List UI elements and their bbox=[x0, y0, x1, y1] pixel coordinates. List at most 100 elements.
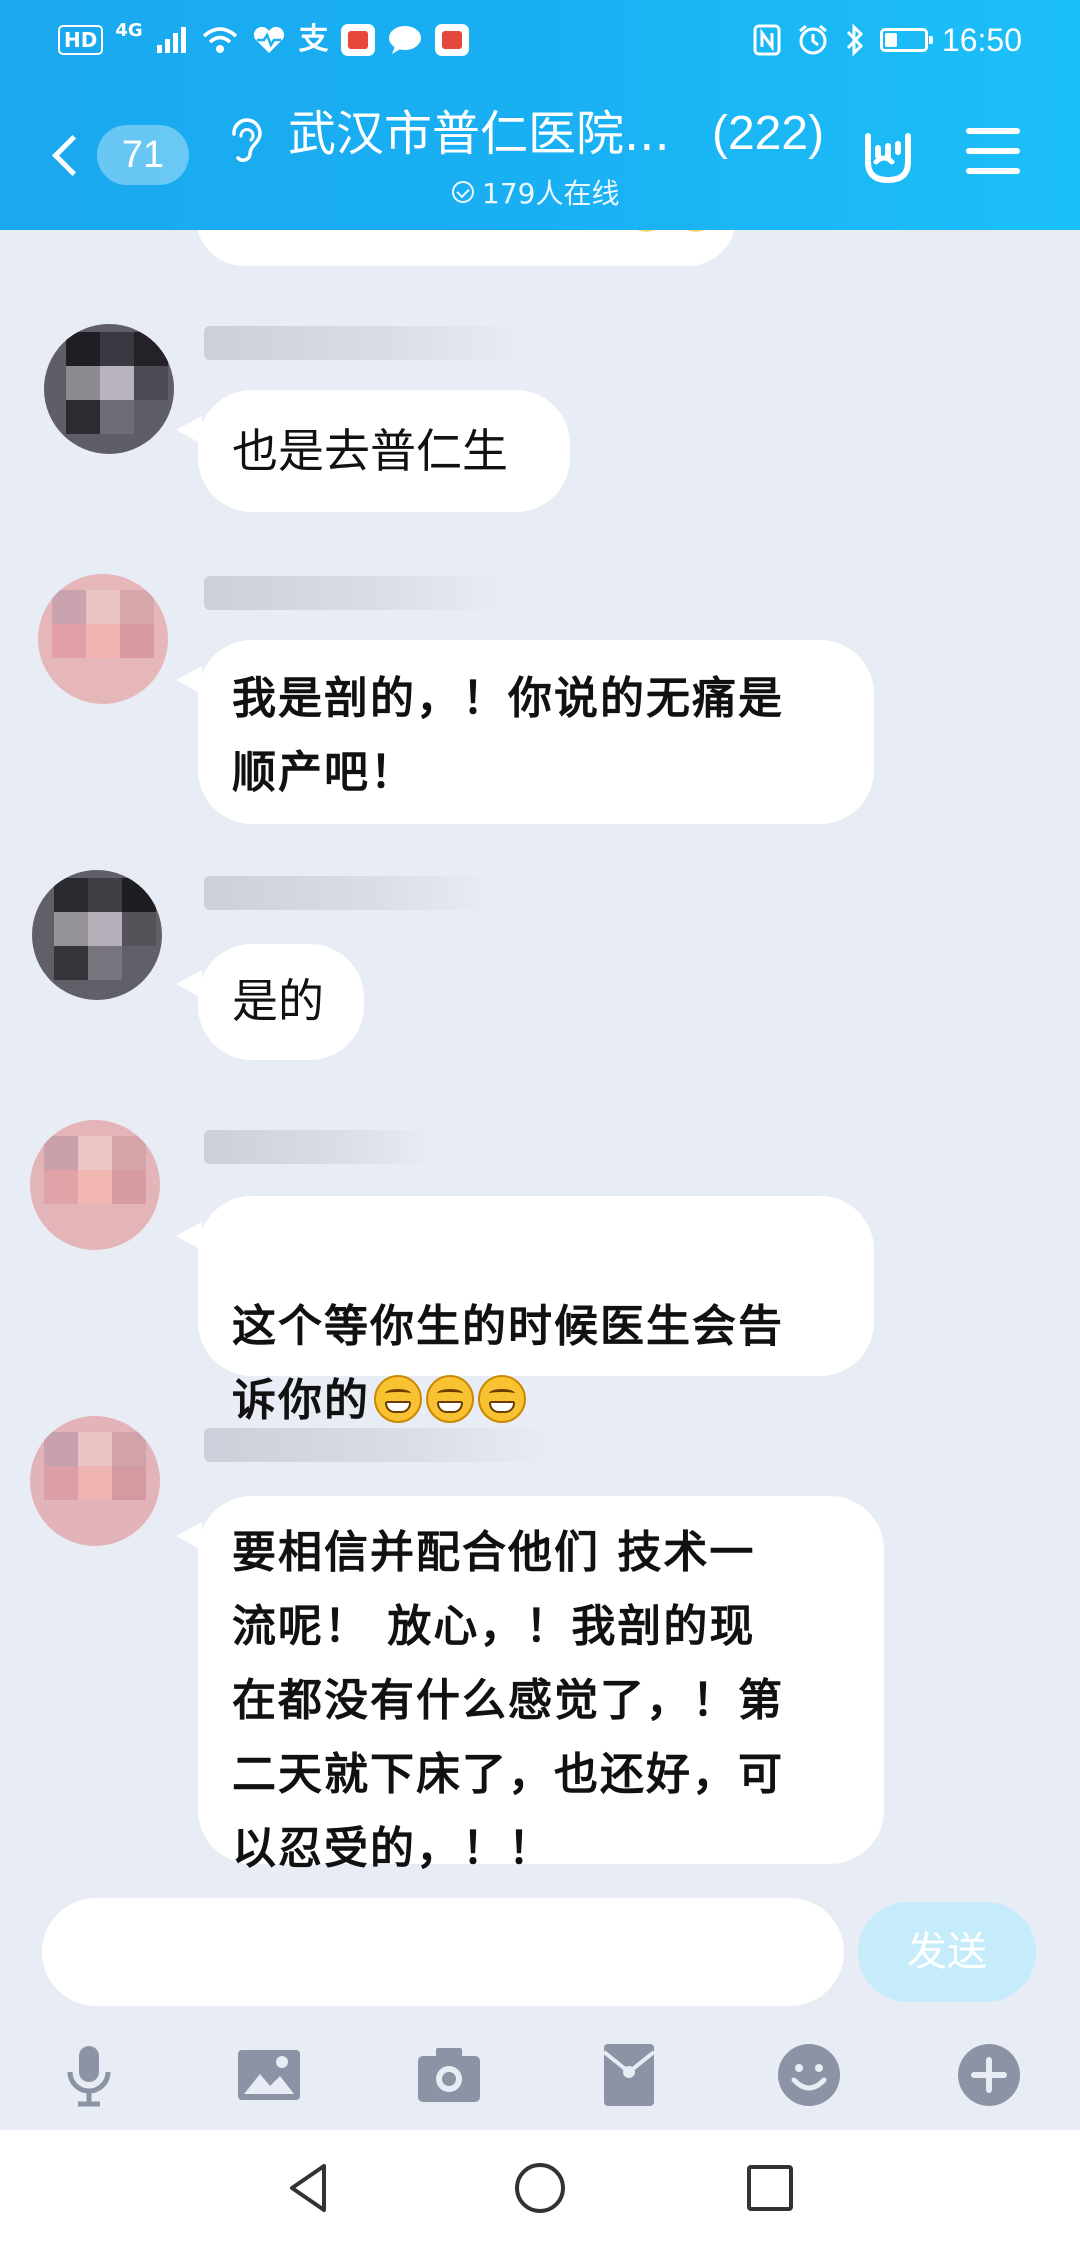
emoji-icon[interactable] bbox=[774, 2040, 844, 2110]
sender-name-blurred bbox=[204, 876, 494, 910]
battery-icon bbox=[879, 28, 933, 52]
rock-hand-icon[interactable] bbox=[856, 122, 920, 186]
avatar-pixel bbox=[122, 878, 156, 912]
status-left: HD 4G 支 bbox=[58, 18, 469, 62]
avatar[interactable] bbox=[32, 870, 162, 1000]
avatar[interactable] bbox=[44, 324, 174, 454]
bluetooth-icon bbox=[846, 23, 864, 57]
plus-icon[interactable] bbox=[954, 2040, 1024, 2110]
sender-name-blurred bbox=[204, 576, 504, 610]
avatar[interactable] bbox=[30, 1120, 160, 1250]
avatar-pixel bbox=[66, 332, 100, 366]
status-bar: HD 4G 支 16:50 bbox=[0, 0, 1080, 80]
grin-emoji-icon bbox=[426, 1375, 474, 1423]
avatar-pixel bbox=[120, 590, 154, 624]
avatar-pixel bbox=[44, 1432, 78, 1466]
nav-recents-icon[interactable] bbox=[740, 2158, 800, 2218]
avatar-pixel bbox=[86, 590, 120, 624]
app-notification-icon bbox=[340, 24, 375, 56]
group-member-count[interactable]: (222) bbox=[712, 102, 824, 166]
grin-emoji-icon bbox=[374, 1375, 422, 1423]
camera-icon[interactable] bbox=[414, 2040, 484, 2110]
message-text: 这个等你生的时候医生会告 诉你的 bbox=[232, 1216, 840, 1438]
ear-icon[interactable] bbox=[226, 114, 266, 166]
alarm-clock-icon bbox=[798, 24, 827, 55]
message-bubble[interactable]: 这个等你生的时候医生会告 诉你的 bbox=[176, 1196, 874, 1426]
online-check-icon bbox=[452, 181, 474, 203]
avatar-pixel bbox=[112, 1432, 146, 1466]
network-type-label: 4G bbox=[115, 20, 143, 41]
emoji-icon bbox=[626, 230, 666, 232]
online-count-text: 179人在线 bbox=[482, 177, 620, 210]
avatar-pixel bbox=[134, 332, 168, 366]
menu-line bbox=[966, 128, 1020, 134]
avatar-pixel bbox=[112, 1136, 146, 1170]
avatar-pixel bbox=[54, 912, 88, 946]
message-bubble[interactable]: 也是去普仁生 bbox=[176, 390, 570, 512]
avatar-pixel bbox=[66, 366, 100, 400]
image-icon[interactable] bbox=[234, 2040, 304, 2110]
avatar-pixel bbox=[88, 946, 122, 980]
avatar[interactable] bbox=[30, 1416, 160, 1546]
group-title[interactable]: 武汉市普仁医院... bbox=[288, 102, 670, 166]
avatar-pixel bbox=[86, 624, 120, 658]
microphone-icon[interactable] bbox=[54, 2040, 124, 2110]
send-button[interactable]: 发送 bbox=[858, 1902, 1036, 2002]
message-input[interactable] bbox=[42, 1898, 844, 2006]
avatar-pixel bbox=[44, 1136, 78, 1170]
status-right: 16:50 bbox=[752, 18, 1022, 62]
avatar-pixel bbox=[88, 912, 122, 946]
avatar-pixel bbox=[78, 1136, 112, 1170]
wifi-icon bbox=[202, 27, 237, 53]
message-bubble[interactable]: 我是剖的，！你说的无痛是 顺产吧！ bbox=[176, 640, 874, 824]
message-text: 也是去普仁生 bbox=[232, 424, 508, 478]
sender-name-blurred bbox=[204, 1130, 434, 1164]
avatar[interactable] bbox=[38, 574, 168, 704]
nfc-icon bbox=[753, 24, 781, 56]
clock-time: 16:50 bbox=[941, 22, 1022, 58]
back-chevron-icon bbox=[51, 134, 94, 176]
nav-home-icon[interactable] bbox=[510, 2158, 570, 2218]
input-toolbar bbox=[0, 2018, 1080, 2130]
avatar-pixel bbox=[78, 1466, 112, 1500]
chat-area[interactable]: 也是去普仁生 我是剖的，！你说的无痛是 顺产吧！ 是的 这个等你生的时候医生会告… bbox=[0, 230, 1080, 1896]
avatar-pixel bbox=[134, 366, 168, 400]
chat-header: 71 武汉市普仁医院... (222) 179人在线 bbox=[0, 80, 1080, 230]
menu-line bbox=[966, 148, 1020, 154]
message-bubble-icon bbox=[388, 26, 421, 54]
message-bubble[interactable]: 是的 bbox=[176, 944, 364, 1060]
message-text: 是的 bbox=[232, 974, 324, 1028]
online-status[interactable]: 179人在线 bbox=[452, 172, 619, 212]
back-button[interactable]: 71 bbox=[46, 122, 196, 188]
sender-name-blurred bbox=[204, 326, 524, 360]
avatar-pixel bbox=[54, 878, 88, 912]
message-bubble[interactable]: 要相信并配合他们 技术一 流呢！ 放心，！我剖的现 在都没有什么感觉了，！第 二… bbox=[176, 1496, 884, 1874]
message-text: 要相信并配合他们 技术一 流呢！ 放心，！我剖的现 在都没有什么感觉了，！第 二… bbox=[232, 1527, 784, 1874]
avatar-pixel bbox=[78, 1432, 112, 1466]
grin-emoji-icon bbox=[478, 1375, 526, 1423]
avatar-pixel bbox=[88, 878, 122, 912]
avatar-pixel bbox=[112, 1170, 146, 1204]
avatar-pixel bbox=[44, 1170, 78, 1204]
message-input-bar: 发送 bbox=[0, 1896, 1080, 2018]
emoji-icon bbox=[676, 230, 716, 232]
avatar-pixel bbox=[52, 624, 86, 658]
avatar-pixel bbox=[44, 1466, 78, 1500]
nav-back-icon[interactable] bbox=[280, 2158, 340, 2218]
message-text: 我是剖的，！你说的无痛是 顺产吧！ bbox=[232, 673, 784, 798]
menu-icon[interactable] bbox=[966, 128, 1020, 174]
avatar-pixel bbox=[52, 590, 86, 624]
red-packet-icon[interactable] bbox=[594, 2040, 664, 2110]
avatar-pixel bbox=[120, 624, 154, 658]
top-band: HD 4G 支 16:50 71 武汉市普仁医院... (222) 179人在线 bbox=[0, 0, 1080, 230]
avatar-pixel bbox=[100, 400, 134, 434]
sender-name-blurred bbox=[204, 1428, 554, 1462]
avatar-pixel bbox=[122, 912, 156, 946]
unread-count-badge: 71 bbox=[97, 125, 189, 185]
signal-icon bbox=[156, 27, 186, 53]
message-bubble-partial[interactable] bbox=[196, 230, 736, 266]
alipay-icon: 支 bbox=[298, 22, 329, 57]
health-heart-icon bbox=[253, 26, 284, 53]
avatar-pixel bbox=[100, 332, 134, 366]
avatar-pixel bbox=[54, 946, 88, 980]
